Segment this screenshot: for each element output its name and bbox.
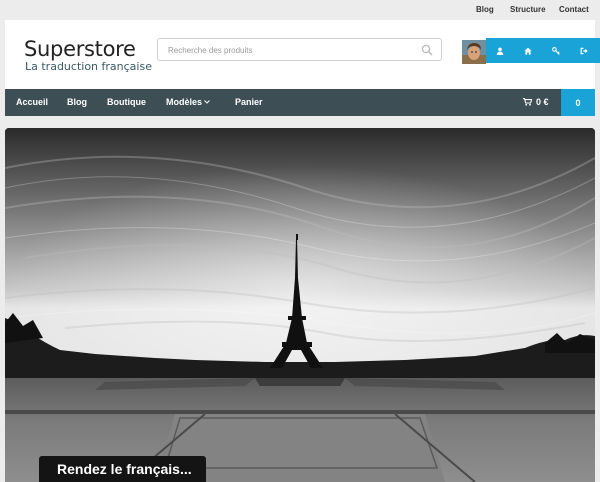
user-actions-bar: [486, 38, 600, 63]
home-button[interactable]: [514, 38, 542, 63]
search-icon[interactable]: [421, 44, 433, 56]
chevron-down-icon[interactable]: [204, 100, 210, 104]
top-link-contact[interactable]: Contact: [559, 5, 589, 14]
sign-out-icon: [580, 47, 588, 54]
shopping-cart-icon[interactable]: [523, 98, 532, 106]
hero-slider[interactable]: Rendez le français...: [5, 128, 595, 482]
top-bar: Blog Structure Contact: [0, 0, 600, 20]
main-nav: Accueil Blog Boutique Modèles Panier 0 €…: [5, 89, 595, 116]
nav-item-panier[interactable]: Panier: [235, 97, 263, 107]
search-input[interactable]: [168, 42, 413, 58]
search-box: [157, 38, 442, 61]
site-tagline: La traduction française: [25, 60, 152, 73]
account-button[interactable]: [486, 38, 514, 63]
cart-count-badge[interactable]: 0: [561, 89, 595, 116]
avatar[interactable]: [462, 40, 486, 64]
hero-caption[interactable]: Rendez le français...: [39, 456, 206, 482]
nav-item-boutique[interactable]: Boutique: [107, 97, 146, 107]
nav-item-modeles[interactable]: Modèles: [166, 97, 202, 107]
nav-item-blog[interactable]: Blog: [67, 97, 87, 107]
top-link-structure[interactable]: Structure: [510, 5, 546, 14]
login-button[interactable]: [542, 38, 570, 63]
site-logo-title[interactable]: Superstore: [24, 37, 136, 61]
eiffel-tower-photo: [5, 128, 595, 482]
nav-item-accueil[interactable]: Accueil: [16, 97, 48, 107]
site-header: Superstore La traduction française: [5, 20, 600, 89]
top-link-blog[interactable]: Blog: [476, 5, 494, 14]
key-icon: [552, 46, 560, 55]
home-icon: [524, 47, 532, 55]
logout-button[interactable]: [570, 38, 598, 63]
cart-total[interactable]: 0 €: [536, 97, 549, 107]
cart-count: 0: [575, 97, 581, 108]
user-icon: [496, 47, 504, 55]
